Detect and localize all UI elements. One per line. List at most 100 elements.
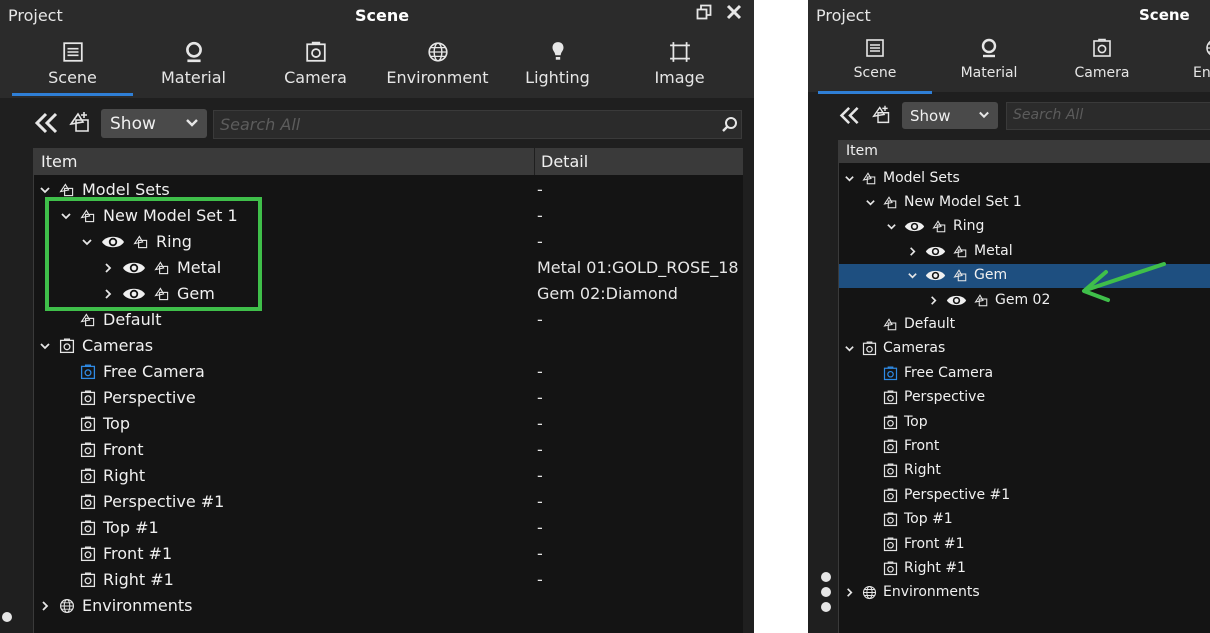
- tab-material[interactable]: Material: [932, 30, 1046, 96]
- tree-row-front-1[interactable]: Front #1: [839, 532, 1210, 556]
- column-header-item[interactable]: Item: [846, 143, 878, 159]
- tree-row-top-1[interactable]: Top #1 -: [34, 515, 743, 541]
- search-placeholder: Search All: [1013, 107, 1084, 123]
- chevron-down-icon[interactable]: [844, 173, 855, 184]
- model-set-icon: [883, 195, 898, 210]
- chevron-down-icon[interactable]: [886, 221, 897, 232]
- search-input[interactable]: Search All: [213, 110, 742, 139]
- eye-icon[interactable]: [904, 216, 925, 237]
- tree-item-label: Gem: [974, 267, 1008, 284]
- chevron-down-icon[interactable]: [907, 270, 918, 281]
- tree-row-new-model-set-1[interactable]: New Model Set 1: [839, 190, 1210, 214]
- eye-icon[interactable]: [925, 241, 946, 262]
- tree-row-right-1[interactable]: Right #1 -: [34, 567, 743, 593]
- scene-list-icon: [818, 36, 932, 60]
- tree-row-environments[interactable]: Environments: [839, 581, 1210, 605]
- chevron-down-icon[interactable]: [39, 184, 51, 196]
- tree-item-label: Environments: [82, 596, 193, 616]
- tree-row-right[interactable]: Right: [839, 459, 1210, 483]
- tab-label: Scene: [48, 68, 97, 87]
- collapse-all-icon[interactable]: [839, 106, 861, 125]
- camera-icon: [883, 537, 898, 552]
- tree-row-perspective[interactable]: Perspective: [839, 386, 1210, 410]
- tree-row-top[interactable]: Top -: [34, 411, 743, 437]
- tree-item-label: Default: [904, 315, 956, 332]
- tree-item-label: Ring: [953, 218, 985, 235]
- chevron-right-icon[interactable]: [844, 587, 855, 598]
- model-set-icon: [974, 293, 989, 308]
- restore-window-icon[interactable]: [696, 4, 712, 20]
- chevron-down-icon[interactable]: [844, 343, 855, 354]
- tab-enviro[interactable]: Enviro: [1158, 30, 1210, 96]
- chevron-right-icon[interactable]: [928, 295, 939, 306]
- camera-icon: [883, 561, 898, 576]
- tab-lighting[interactable]: Lighting: [497, 32, 618, 98]
- tree-row-cameras[interactable]: Cameras: [34, 333, 743, 359]
- tree-row-right[interactable]: Right -: [34, 463, 743, 489]
- camera-icon: [80, 364, 96, 380]
- tree-row-front-1[interactable]: Front #1 -: [34, 541, 743, 567]
- camera-icon: [1045, 36, 1159, 60]
- tab-scene[interactable]: Scene: [818, 30, 932, 96]
- handle-dot: [821, 602, 831, 612]
- tree-row-environments[interactable]: Environments: [34, 593, 743, 619]
- tree-item-detail: -: [537, 492, 543, 512]
- tree-row-front[interactable]: Front -: [34, 437, 743, 463]
- chevron-down-icon[interactable]: [39, 340, 51, 352]
- tree-item-label: Gem 02: [995, 291, 1051, 308]
- tab-image[interactable]: Image: [619, 32, 740, 98]
- tree-row-top-1[interactable]: Top #1: [839, 508, 1210, 532]
- eye-icon[interactable]: [946, 290, 967, 311]
- tab-camera[interactable]: Camera: [1045, 30, 1159, 96]
- camera-icon: [255, 40, 376, 64]
- tree-row-perspective-1[interactable]: Perspective #1 -: [34, 489, 743, 515]
- tree-row-free-camera[interactable]: Free Camera -: [34, 359, 743, 385]
- tab-camera[interactable]: Camera: [255, 32, 376, 98]
- show-dropdown[interactable]: Show: [101, 109, 207, 138]
- chevron-right-icon[interactable]: [907, 246, 918, 257]
- tree-row-perspective-1[interactable]: Perspective #1: [839, 483, 1210, 507]
- tab-material[interactable]: Material: [133, 32, 254, 98]
- title-bar: Project Scene: [808, 0, 1210, 32]
- tree-row-model-sets[interactable]: Model Sets: [839, 166, 1210, 190]
- project-title[interactable]: Project: [8, 6, 63, 25]
- eye-icon[interactable]: [925, 265, 946, 286]
- column-divider[interactable]: [534, 148, 535, 175]
- tree-item-detail: -: [537, 440, 543, 460]
- tree-row-default[interactable]: Default: [839, 312, 1210, 336]
- camera-icon: [883, 512, 898, 527]
- search-icon[interactable]: [721, 116, 739, 134]
- tree-item-label: Free Camera: [103, 362, 205, 382]
- tab-scene[interactable]: Scene: [12, 32, 133, 98]
- tree-row-right-1[interactable]: Right #1: [839, 556, 1210, 580]
- search-placeholder: Search All: [220, 115, 301, 134]
- add-model-set-icon[interactable]: [68, 110, 92, 134]
- collapse-all-icon[interactable]: [34, 112, 60, 134]
- column-header-item[interactable]: Item: [41, 152, 77, 171]
- tab-environment[interactable]: Environment: [377, 32, 498, 98]
- tree-row-perspective[interactable]: Perspective -: [34, 385, 743, 411]
- tree-item-label: Perspective #1: [904, 486, 1011, 503]
- tree-row-cameras[interactable]: Cameras: [839, 337, 1210, 361]
- tree-item-detail: -: [537, 518, 543, 538]
- model-set-icon: [862, 171, 877, 186]
- tree-row-free-camera[interactable]: Free Camera: [839, 361, 1210, 385]
- camera-icon: [80, 494, 96, 510]
- chevron-right-icon[interactable]: [39, 600, 51, 612]
- model-set-icon: [883, 317, 898, 332]
- globe-icon: [59, 598, 75, 614]
- tree-item-label: Front #1: [904, 535, 965, 552]
- column-header-detail[interactable]: Detail: [541, 152, 588, 171]
- camera-icon: [80, 546, 96, 562]
- tree-row-front[interactable]: Front: [839, 434, 1210, 458]
- tree-row-ring[interactable]: Ring: [839, 215, 1210, 239]
- tab-label: Camera: [284, 68, 347, 87]
- add-model-set-icon[interactable]: [871, 104, 892, 125]
- tree-row-top[interactable]: Top: [839, 410, 1210, 434]
- project-title[interactable]: Project: [816, 6, 871, 25]
- show-dropdown[interactable]: Show: [902, 102, 998, 129]
- close-icon[interactable]: [726, 4, 742, 20]
- search-input[interactable]: Search All: [1006, 102, 1210, 130]
- chevron-down-icon[interactable]: [865, 197, 876, 208]
- tree-item-label: Cameras: [883, 340, 946, 357]
